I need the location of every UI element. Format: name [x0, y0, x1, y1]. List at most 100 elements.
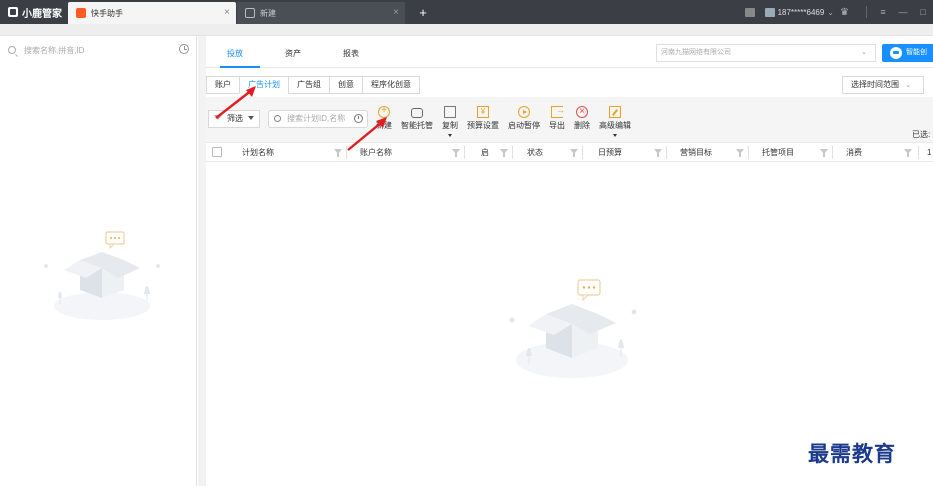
column-divider	[918, 146, 919, 159]
close-tab-icon[interactable]: ×	[224, 7, 230, 18]
account-search-placeholder: 搜索名称,拼音,ID	[24, 45, 85, 55]
filter-icon	[820, 149, 828, 157]
play-pause-icon	[518, 106, 530, 118]
col-enable[interactable]: 启	[481, 143, 489, 162]
action-bar: 新建 智能托管 复制 预算设置 启动暂停 导出 删除 高级编辑	[376, 105, 640, 137]
tab-label: 新建	[260, 8, 276, 18]
col-spend[interactable]: 消费	[846, 143, 862, 162]
budget-settings-button[interactable]: 预算设置	[467, 106, 499, 132]
separator	[866, 6, 867, 18]
tab-assets[interactable]: 资产	[285, 48, 301, 59]
table-header: 计划名称 账户名称 启 状态 日预算 营销目标 托管项目 消费 1	[206, 142, 933, 162]
filter-icon	[334, 149, 342, 157]
yen-icon	[477, 106, 489, 118]
col-status[interactable]: 状态	[527, 143, 543, 162]
column-divider	[666, 146, 667, 159]
app-logo-icon	[8, 7, 18, 17]
chevron-down-icon: ⌄	[905, 82, 912, 89]
col-daily-budget[interactable]: 日预算	[598, 143, 622, 162]
titlebar-right: 187*****6469 ⌄ ♛ ≡ — □	[740, 0, 933, 24]
active-tab-underline	[220, 66, 260, 68]
page-icon	[245, 8, 255, 18]
col-hosting-project-filter[interactable]	[820, 143, 830, 162]
tab-kuaishou-assistant[interactable]: 快手助手 ×	[68, 2, 236, 24]
filter-icon	[654, 149, 662, 157]
smart-hosting-label: 智能托管	[401, 121, 433, 130]
minimize-icon[interactable]: —	[893, 7, 913, 17]
account-search-input[interactable]: 搜索名称,拼音,ID	[8, 42, 193, 58]
search-icon	[274, 115, 281, 122]
empty-box-illustration	[44, 231, 160, 320]
watermark-text: 最需教育	[808, 441, 896, 466]
caret-down-icon	[613, 134, 617, 137]
col-spend-filter[interactable]	[904, 143, 914, 162]
maximize-icon[interactable]: □	[913, 7, 933, 17]
app-brand-name: 小鹿管家	[22, 8, 62, 20]
col-truncated[interactable]: 1	[927, 143, 931, 162]
edit-icon	[609, 106, 621, 118]
col-daily-budget-filter[interactable]	[654, 143, 664, 162]
col-status-filter[interactable]	[570, 143, 580, 162]
delete-icon	[576, 106, 588, 118]
smart-create-label: 智能创	[906, 49, 927, 56]
top-navigation: 投放 资产 报表 河南九描网络有限公司 ⌄ 智能创	[206, 36, 933, 68]
subtab-ad-group[interactable]: 广告组	[288, 76, 330, 94]
title-bar: 小鹿管家 快手助手 × 新建 × + 187*****6469 ⌄ ♛ ≡ — …	[0, 0, 933, 24]
export-button[interactable]: 导出	[549, 105, 565, 132]
col-hosting-project[interactable]: 托管项目	[762, 143, 794, 162]
filter-icon	[452, 149, 460, 157]
tab-delivery[interactable]: 投放	[227, 48, 243, 59]
copy-icon	[444, 106, 456, 118]
filter-icon	[500, 149, 508, 157]
advanced-edit-label: 高级编辑	[599, 121, 631, 130]
tab-reports[interactable]: 报表	[343, 48, 359, 59]
filter-icon	[736, 149, 744, 157]
select-all-checkbox[interactable]	[212, 147, 222, 157]
panel-divider	[198, 36, 206, 486]
copy-label: 复制	[442, 121, 458, 130]
tab-new[interactable]: 新建 ×	[237, 2, 405, 24]
robot-icon	[411, 108, 423, 118]
search-icon	[8, 46, 16, 54]
account-caret-icon[interactable]: ⌄	[827, 8, 834, 17]
close-tab-icon[interactable]: ×	[393, 7, 399, 18]
tab-label: 快手助手	[91, 8, 123, 18]
subtab-programmatic-creative[interactable]: 程序化创意	[362, 76, 420, 94]
smart-create-button[interactable]: 智能创	[882, 44, 933, 62]
history-clock-icon[interactable]	[179, 44, 189, 54]
column-divider	[512, 146, 513, 159]
budget-settings-label: 预算设置	[467, 121, 499, 130]
start-pause-button[interactable]: 启动暂停	[508, 106, 540, 132]
empty-table-illustration	[509, 279, 637, 378]
col-enable-filter[interactable]	[500, 143, 510, 162]
smart-hosting-button[interactable]: 智能托管	[401, 106, 433, 132]
selected-count: 已选:	[912, 130, 931, 139]
kuaishou-icon	[76, 8, 86, 18]
screen-icon[interactable]	[744, 7, 755, 17]
new-tab-button[interactable]: +	[415, 5, 431, 20]
copy-button[interactable]: 复制	[442, 106, 458, 137]
menu-icon[interactable]: ≡	[873, 7, 893, 17]
chevron-down-icon: ⌄	[861, 49, 867, 56]
time-range-label: 选择时间范围	[851, 80, 899, 89]
account-phone[interactable]: 187*****6469	[778, 8, 825, 17]
account-sidebar: 搜索名称,拼音,ID	[0, 36, 197, 486]
main-content: 投放 资产 报表 河南九描网络有限公司 ⌄ 智能创 账户 广告计划 广告组 创意…	[206, 36, 933, 486]
annotation-arrow	[215, 86, 256, 119]
delete-button[interactable]: 删除	[574, 106, 590, 132]
app-brand[interactable]: 小鹿管家	[0, 0, 68, 24]
export-icon	[551, 105, 565, 118]
col-marketing-goal[interactable]: 营销目标	[680, 143, 712, 162]
vip-crown-icon[interactable]: ♛	[840, 7, 854, 17]
company-select[interactable]: 河南九描网络有限公司 ⌄	[656, 44, 876, 62]
time-range-select[interactable]: 选择时间范围 ⌄	[842, 76, 924, 94]
advanced-edit-button[interactable]: 高级编辑	[599, 106, 631, 137]
col-marketing-goal-filter[interactable]	[736, 143, 746, 162]
column-divider	[582, 146, 583, 159]
subtab-creative[interactable]: 创意	[329, 76, 363, 94]
company-name: 河南九描网络有限公司	[661, 49, 731, 56]
col-account-name-filter[interactable]	[452, 143, 462, 162]
filter-icon	[904, 149, 912, 157]
start-pause-label: 启动暂停	[508, 121, 540, 130]
col-plan-name[interactable]: 计划名称	[242, 143, 274, 162]
